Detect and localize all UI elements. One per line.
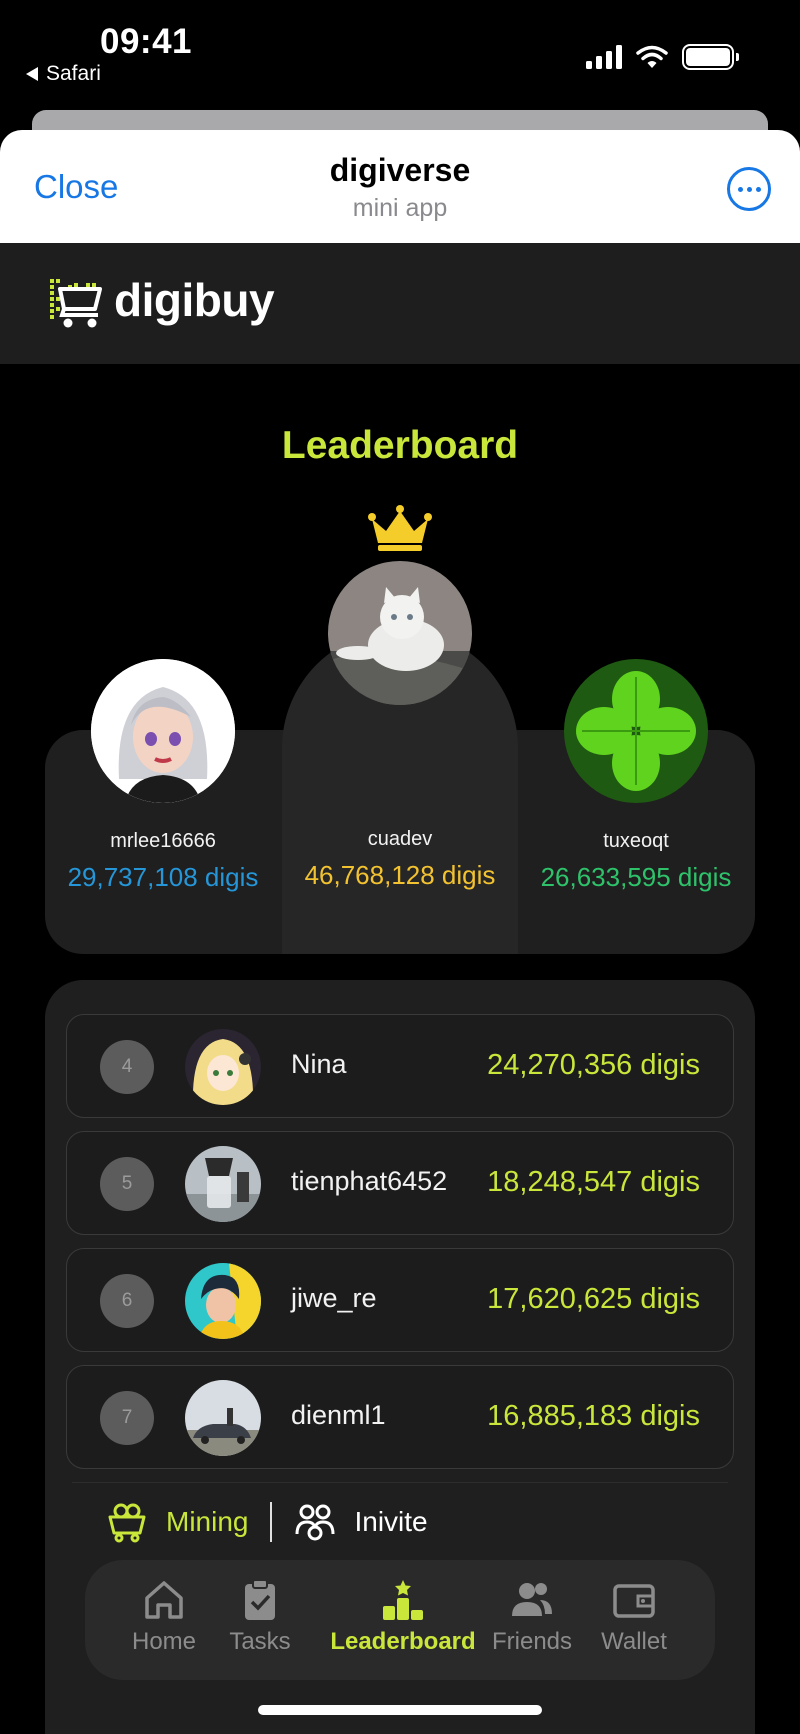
anime-avatar-icon: [185, 1029, 261, 1105]
brand-name: digibuy: [114, 274, 275, 326]
ranking-list: 4 Nina 24,270,356 digis 5 tienphat6452 1…: [66, 1014, 734, 1482]
leaderboard-title: Leaderboard: [281, 424, 519, 467]
coffee-avatar-icon: [185, 1146, 261, 1222]
boy-avatar-icon: [185, 1263, 261, 1339]
mining-cart-icon: [108, 1503, 146, 1543]
ranking-row[interactable]: 6 jiwe_re 17,620,625 digis: [66, 1248, 734, 1352]
cat-avatar-icon: [328, 561, 472, 705]
wifi-icon: [636, 45, 668, 68]
user-name: jiwe_re: [291, 1283, 377, 1313]
podium-score-second: 29,737,108 digis: [67, 862, 259, 892]
back-arrow-icon: [26, 67, 38, 81]
wallet-icon: [613, 1584, 655, 1618]
podium-name-first: cuadev: [367, 828, 433, 850]
ranking-row[interactable]: 4 Nina 24,270,356 digis: [66, 1014, 734, 1118]
podium-icon: [383, 1580, 423, 1620]
user-name: tienphat6452: [291, 1166, 448, 1196]
mini-app-header: Close digiverse mini app: [0, 130, 800, 243]
user-avatar: [185, 1263, 261, 1339]
friends-icon: [512, 1583, 552, 1616]
more-dot-icon: [737, 186, 743, 192]
user-score: 17,620,625 digis: [487, 1283, 700, 1315]
nav-leaderboard[interactable]: Leaderboard: [330, 1578, 476, 1656]
back-to-safari[interactable]: Safari: [26, 62, 101, 86]
rank-badge: 6: [100, 1274, 154, 1328]
status-icons: [586, 44, 739, 70]
invite-label: Inivite: [354, 1506, 428, 1537]
list-divider: [72, 1482, 728, 1483]
user-avatar: [185, 1380, 261, 1456]
rank-badge: 7: [100, 1391, 154, 1445]
user-score: 16,885,183 digis: [487, 1400, 700, 1432]
clipboard-icon: [245, 1579, 275, 1620]
nav-friends-label: Friends: [491, 1628, 573, 1655]
user-avatar: [185, 1029, 261, 1105]
mining-label: Mining: [166, 1506, 249, 1537]
invite-users-icon: [295, 1504, 335, 1541]
nav-leaderboard-label: Leaderboard: [330, 1628, 476, 1655]
car-avatar-icon: [185, 1380, 261, 1456]
nav-home-label: Home: [131, 1628, 197, 1655]
avatar-third-place[interactable]: [564, 659, 708, 803]
rank-badge: 4: [100, 1040, 154, 1094]
invite-button[interactable]: Inivite: [294, 1502, 428, 1542]
nav-wallet[interactable]: Wallet: [574, 1578, 694, 1656]
mining-button[interactable]: Mining: [106, 1501, 248, 1543]
user-avatar: [185, 1146, 261, 1222]
nav-wallet-label: Wallet: [601, 1628, 667, 1655]
user-name: dienml1: [291, 1400, 386, 1430]
rank-badge: 5: [100, 1157, 154, 1211]
status-time: 09:41: [100, 22, 193, 61]
nav-tasks[interactable]: Tasks: [200, 1578, 320, 1656]
more-options-button[interactable]: [727, 167, 771, 211]
home-icon: [145, 1581, 183, 1619]
avatar-first-place[interactable]: [328, 561, 472, 705]
battery-icon: [682, 44, 739, 70]
ranking-row[interactable]: 7 dienml1 16,885,183 digis: [66, 1365, 734, 1469]
digibuy-cart-logo-icon: [50, 279, 102, 328]
mining-invite-bar: Mining Inivite: [106, 1500, 428, 1544]
user-score: 18,248,547 digis: [487, 1166, 700, 1198]
podium-name-third: tuxeoqt: [603, 830, 669, 852]
app-brand-bar: digibuy: [0, 243, 800, 364]
avatar-second-place[interactable]: [91, 659, 235, 803]
podium-name-second: mrlee16666: [110, 830, 216, 852]
crown-icon: [368, 505, 432, 551]
mini-app-title: digiverse: [329, 152, 471, 188]
action-separator: [270, 1502, 273, 1542]
nav-tasks-label: Tasks: [229, 1628, 291, 1655]
girl-avatar-icon: [91, 659, 235, 803]
cellular-signal-icon: [586, 45, 622, 69]
ranking-row[interactable]: 5 tienphat6452 18,248,547 digis: [66, 1131, 734, 1235]
back-safari-label: Safari: [46, 62, 101, 85]
user-name: Nina: [291, 1049, 347, 1079]
podium-score-third: 26,633,595 digis: [540, 862, 732, 892]
clover-avatar-icon: [564, 659, 708, 803]
bottom-navigation: Home Tasks Leaderboard Friends Wallet: [85, 1560, 715, 1680]
mini-app-subtitle: mini app: [352, 194, 448, 222]
status-bar: 09:41 Safari: [0, 0, 800, 105]
podium-score-first: 46,768,128 digis: [304, 860, 496, 890]
user-score: 24,270,356 digis: [487, 1049, 700, 1081]
home-indicator[interactable]: [258, 1705, 542, 1715]
